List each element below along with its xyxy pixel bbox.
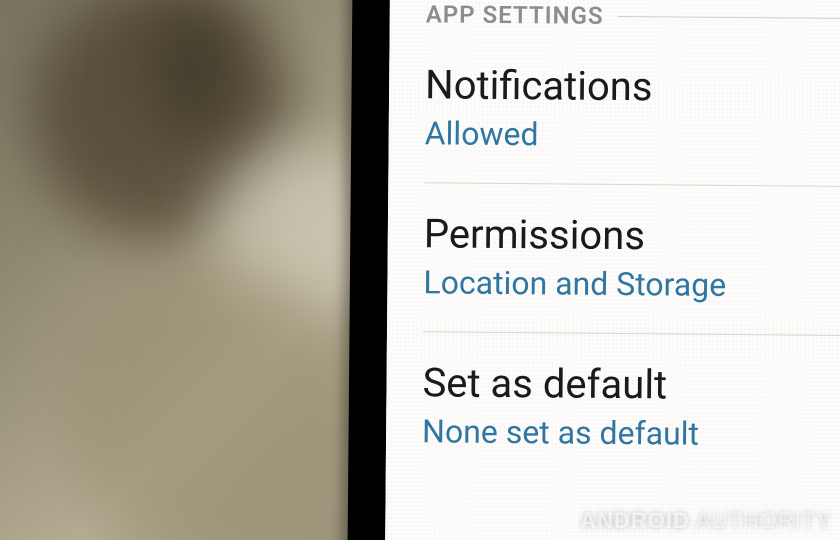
- watermark: ANDROID AUTHORITY: [580, 508, 832, 534]
- watermark-sub: AUTHORITY: [696, 508, 832, 534]
- section-header: APP SETTINGS: [426, 0, 840, 38]
- background-blur: [150, 0, 240, 140]
- phone-screen: APP SETTINGS Notifications Allowed Permi…: [385, 0, 840, 540]
- section-header-label: APP SETTINGS: [426, 0, 604, 30]
- settings-item-notifications[interactable]: Notifications Allowed: [424, 34, 840, 187]
- background-blur: [60, 260, 360, 540]
- photo-stage: APP SETTINGS Notifications Allowed Permi…: [0, 0, 840, 540]
- settings-item-title: Permissions: [424, 211, 840, 261]
- settings-item-subtitle: Location and Storage: [423, 263, 840, 305]
- settings-item-title: Notifications: [425, 62, 840, 112]
- section-divider: [618, 15, 840, 18]
- settings-item-subtitle: Allowed: [425, 114, 840, 156]
- watermark-brand: ANDROID: [580, 508, 690, 534]
- settings-item-subtitle: None set as default: [422, 412, 840, 454]
- settings-item-set-as-default[interactable]: Set as default None set as default: [422, 332, 840, 462]
- settings-item-title: Set as default: [422, 360, 840, 410]
- settings-item-permissions[interactable]: Permissions Location and Storage: [423, 183, 840, 336]
